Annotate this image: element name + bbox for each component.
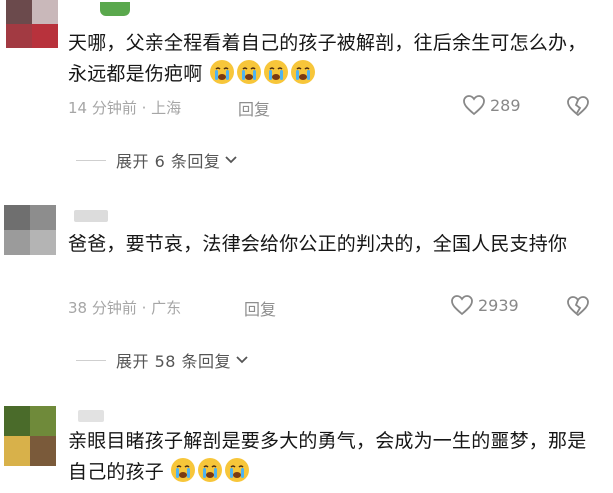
reply-button[interactable]: 回复 (238, 96, 270, 120)
crying-face-emoji-icon (290, 60, 315, 84)
username-blurred (74, 210, 108, 222)
comment-text: 天哪，父亲全程看着自己的孩子被解剖，往后余生可怎么办，永远都是伤疤啊 (68, 32, 587, 85)
divider (76, 359, 106, 361)
reply-button[interactable]: 回复 (244, 296, 276, 320)
crying-face-emoji-icon (236, 60, 261, 84)
expand-replies-label: 展开 6 条回复 (116, 152, 221, 171)
like-button[interactable]: 289 (462, 94, 521, 116)
expand-replies-button[interactable]: 展开 58 条回复 (76, 348, 249, 372)
dislike-button[interactable] (566, 295, 590, 321)
username-blurred (78, 410, 104, 422)
comment-meta: 38 分钟前 · 广东 (68, 299, 182, 317)
expand-replies-label: 展开 58 条回复 (116, 352, 232, 371)
broken-heart-icon (567, 296, 589, 317)
crying-face-emoji-icon (263, 60, 288, 84)
crying-face-emoji-icon (198, 458, 223, 482)
expand-replies-button[interactable]: 展开 6 条回复 (76, 148, 238, 172)
avatar[interactable] (4, 406, 56, 466)
heart-outline-icon (463, 95, 485, 116)
like-button[interactable]: 2939 (450, 294, 519, 316)
divider (76, 159, 106, 161)
crying-face-emoji-icon (209, 60, 234, 84)
like-count: 289 (490, 95, 521, 115)
heart-outline-icon (451, 295, 473, 316)
comment-text: 爸爸，要节哀，法律会给你公正的判决的，全国人民支持你 (68, 233, 568, 255)
avatar[interactable] (4, 205, 56, 255)
comment-meta: 14 分钟前 · 上海 (68, 99, 182, 117)
chevron-down-icon (236, 356, 248, 364)
username-blurred (100, 2, 130, 16)
crying-face-emoji-icon (225, 458, 250, 482)
broken-heart-icon (567, 96, 589, 117)
comment-text: 亲眼目睹孩子解剖是要多大的勇气，会成为一生的噩梦，那是自己的孩子 (68, 430, 587, 483)
crying-face-emoji-icon (171, 458, 196, 482)
emoji-group (164, 458, 251, 483)
chevron-down-icon (225, 156, 237, 164)
dislike-button[interactable] (566, 95, 590, 121)
avatar[interactable] (6, 0, 58, 48)
emoji-group (202, 60, 316, 85)
like-count: 2939 (478, 295, 519, 315)
